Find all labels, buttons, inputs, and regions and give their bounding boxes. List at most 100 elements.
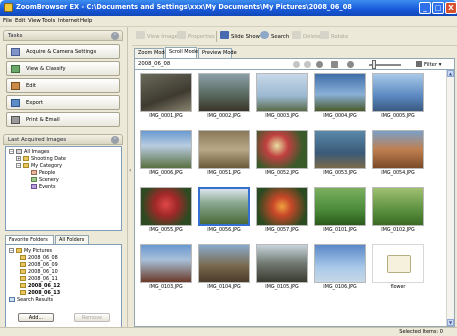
view-classify-button[interactable]: View & Classify (6, 61, 120, 76)
thumbnail-image[interactable] (140, 130, 192, 169)
thumbnail-item[interactable]: IMG_0052.JPG (255, 130, 309, 181)
info-icon[interactable] (347, 61, 354, 68)
thumbnail-item[interactable]: IMG_0005.JPG (371, 73, 425, 124)
scroll-down-icon[interactable]: ▼ (447, 319, 454, 326)
tab-zoom-mode[interactable]: Zoom Mode (134, 48, 168, 58)
tree-item-events[interactable]: Events (31, 184, 56, 190)
tree-item-my-pictures[interactable]: − My Pictures (9, 248, 52, 254)
thumbnail-item[interactable]: IMG_0002.JPG (197, 73, 251, 124)
scroll-up-icon[interactable]: ▲ (447, 70, 454, 77)
thumbnail-image[interactable] (314, 187, 366, 226)
thumbnail-image[interactable] (314, 130, 366, 169)
tree-toggle[interactable]: − (16, 163, 21, 168)
thumbnail-image[interactable] (140, 187, 192, 226)
forward-icon[interactable] (304, 61, 311, 68)
thumbnail-item[interactable]: IMG_0001.JPG (139, 73, 193, 124)
thumbnail-image[interactable] (198, 130, 250, 169)
thumbnail-item[interactable]: IMG_0055.JPG (139, 187, 193, 238)
menu-edit[interactable]: Edit (15, 18, 25, 24)
tree-item-all-images[interactable]: − All Images (9, 149, 49, 155)
tree-toggle[interactable]: − (9, 149, 14, 154)
delete-button[interactable]: Delete (292, 31, 320, 42)
rotate-button[interactable]: Rotate (320, 31, 348, 42)
minimize-button[interactable]: _ (419, 2, 431, 14)
thumbnail-size-thumb[interactable] (372, 60, 376, 69)
tree-item-2008-06-09[interactable]: 2008_06_09 (20, 262, 58, 268)
thumbnail-item[interactable]: IMG_0051.JPG (197, 130, 251, 181)
tree-item-2008-06-11[interactable]: 2008_06_11 (20, 276, 58, 282)
add-folder-button[interactable]: Add... (18, 313, 54, 322)
thumbnail-item[interactable]: IMG_0104.JPG (197, 244, 251, 295)
thumbnail-image[interactable] (256, 187, 308, 226)
thumbnail-item[interactable]: flower (371, 244, 425, 295)
menu-file[interactable]: File (3, 18, 12, 24)
display-options-icon[interactable] (331, 61, 338, 68)
thumbnail-item[interactable]: IMG_0056.JPG (197, 187, 251, 238)
properties-button[interactable]: Properties (177, 31, 215, 42)
rotate-icon (320, 31, 329, 39)
folder-thumbnail[interactable] (372, 244, 424, 283)
print-email-button[interactable]: Print & Email (6, 112, 120, 127)
thumbnail-item[interactable]: IMG_0006.JPG (139, 130, 193, 181)
tree-item-2008-06-13[interactable]: 2008_06_13 (20, 290, 60, 296)
tab-scroll-mode[interactable]: Scroll Mode (165, 47, 198, 58)
thumbnail-image[interactable] (198, 73, 250, 112)
tree-label: Shooting Date (31, 156, 66, 162)
thumbnail-item[interactable]: IMG_0004.JPG (313, 73, 367, 124)
thumbnail-item[interactable]: IMG_0054.JPG (371, 130, 425, 181)
thumbnail-item[interactable]: IMG_0103.JPG (139, 244, 193, 295)
tasks-collapse-icon[interactable]: ⌃ (111, 32, 119, 40)
thumbnail-image[interactable] (198, 244, 250, 283)
back-icon[interactable] (293, 61, 300, 68)
thumbnail-item[interactable]: IMG_0101.JPG (313, 187, 367, 238)
tree-item-scenery[interactable]: Scenery (31, 177, 59, 183)
thumbnail-image[interactable] (314, 73, 366, 112)
thumbnail-image[interactable] (256, 130, 308, 169)
refresh-icon[interactable] (316, 61, 323, 68)
window-title: ZoomBrowser EX - C:\Documents and Settin… (16, 3, 352, 11)
thumbnail-image[interactable] (256, 244, 308, 283)
thumbnail-image[interactable] (198, 187, 250, 226)
close-button[interactable]: X (445, 2, 457, 14)
tab-preview-mode[interactable]: Preview Mode (198, 48, 237, 58)
thumbnail-image[interactable] (314, 244, 366, 283)
thumbnail-item[interactable]: IMG_0003.JPG (255, 73, 309, 124)
tree-item-shooting-date[interactable]: + Shooting Date (16, 156, 66, 162)
slide-show-button[interactable]: Slide Show (220, 31, 260, 42)
acquire-camera-settings-button[interactable]: Acquire & Camera Settings (6, 44, 120, 59)
view-image-button[interactable]: View Image (136, 31, 178, 42)
menu-view[interactable]: View (28, 18, 41, 24)
thumbnail-item[interactable]: IMG_0106.JPG (313, 244, 367, 295)
thumbnail-item[interactable]: IMG_0105.JPG (255, 244, 309, 295)
tree-item-people[interactable]: People (31, 170, 55, 176)
edit-button[interactable]: Edit (6, 78, 120, 93)
menu-internet[interactable]: Internet (58, 18, 79, 24)
thumbnail-image[interactable] (372, 187, 424, 226)
search-button[interactable]: Search (260, 31, 289, 42)
tree-item-search-results[interactable]: Search Results (9, 297, 53, 303)
remove-folder-button[interactable]: Remove (74, 313, 110, 322)
thumbnail-item[interactable]: IMG_0053.JPG (313, 130, 367, 181)
vertical-scrollbar[interactable]: ▲ ▼ (446, 70, 454, 326)
tree-item-2008-06-08[interactable]: 2008_06_08 (20, 255, 58, 261)
tree-item-2008-06-10[interactable]: 2008_06_10 (20, 269, 58, 275)
thumbnail-image[interactable] (372, 130, 424, 169)
tree-toggle[interactable]: − (9, 248, 14, 253)
tree-item-2008-06-12[interactable]: 2008_06_12 (20, 283, 60, 289)
thumbnail-image[interactable] (140, 244, 192, 283)
tree-item-my-category[interactable]: − My Category (16, 163, 62, 169)
menu-tools[interactable]: Tools (42, 18, 55, 24)
thumbnail-filename: IMG_0106.JPG (323, 285, 357, 290)
maximize-button[interactable]: □ (432, 2, 444, 14)
thumbnail-item[interactable]: IMG_0057.JPG (255, 187, 309, 238)
thumbnail-image[interactable] (140, 73, 192, 112)
thumbnail-image[interactable] (372, 73, 424, 112)
menu-help[interactable]: Help (80, 18, 92, 24)
thumbnail-item[interactable]: IMG_0102.JPG (371, 187, 425, 238)
tree-toggle[interactable]: + (16, 156, 21, 161)
filter-button[interactable]: Filter ▾ (416, 61, 441, 68)
last-acquired-collapse-icon[interactable]: ⌃ (111, 136, 119, 144)
tab-all-folders[interactable]: All Folders (55, 235, 89, 244)
export-button[interactable]: Export (6, 95, 120, 110)
thumbnail-image[interactable] (256, 73, 308, 112)
